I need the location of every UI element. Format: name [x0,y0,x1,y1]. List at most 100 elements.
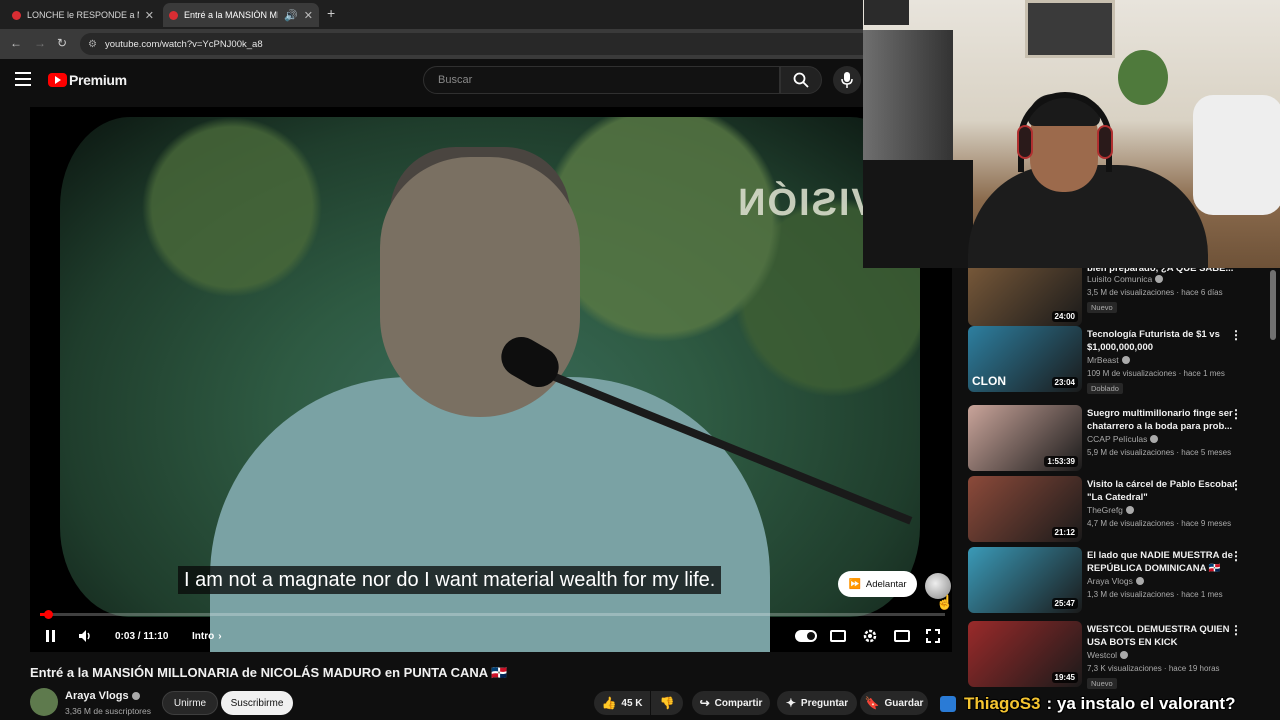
verified-icon [1121,356,1130,364]
recommended-channel[interactable]: TheGrefg [1087,505,1134,515]
search-input[interactable]: Buscar [423,66,780,94]
video-thumbnail[interactable]: 1:53:39 [968,405,1082,471]
video-badge: Doblado [1087,383,1123,394]
site-settings-icon[interactable]: ⚙ [88,39,97,50]
save-button[interactable]: 🔖 Guardar [860,691,928,715]
youtube-favicon-icon [12,10,21,20]
video-badge: Nuevo [1087,302,1117,313]
webcam-window [864,0,909,25]
video-thumbnail[interactable]: 25:47 [968,547,1082,613]
mouse-cursor-icon: ☝ [936,594,954,610]
video-thumbnail[interactable]: 21:12 [968,476,1082,542]
thumbnail-text: CLON [972,374,1006,388]
settings-button[interactable] [862,627,878,645]
recommended-title[interactable]: Suegro multimillonario finge ser chatarr… [1087,407,1237,433]
progress-bar[interactable] [40,610,945,619]
recommended-title[interactable]: WESTCOL DEMUESTRA QUIEN USA BOTS EN KICK [1087,623,1237,649]
recommended-meta: 5,9 M de visualizaciones · hace 5 meses [1087,448,1232,457]
channel-text: MrBeast [1087,355,1119,365]
progress-scrubber[interactable] [44,610,53,619]
close-tab-icon[interactable]: ✕ [145,9,154,22]
video-duration: 24:00 [1051,311,1078,322]
recommended-title[interactable]: Tecnología Futurista de $1 vs $1,000,000… [1087,328,1237,354]
recommended-meta: 109 M de visualizaciones · hace 1 mes [1087,369,1225,378]
captions-button[interactable] [830,627,846,645]
recommended-video[interactable]: 24:00 bien preparado, ¿A QUE SABE... Luisi… [968,268,1268,330]
recommended-video[interactable]: CLON 23:04 Tecnología Futurista de $1 vs $… [968,326,1268,396]
share-button[interactable]: ↪ Compartir [692,691,770,715]
youtube-favicon-icon [169,10,178,20]
dislike-button[interactable]: 👎 [651,691,683,715]
webcam-overlay [863,0,1280,268]
skip-label: Adelantar [865,578,907,590]
video-thumbnail[interactable]: CLON 23:04 [968,326,1082,392]
share-icon: ↪ [699,696,710,710]
subscribe-button[interactable]: Suscribirme [221,691,293,715]
scrollbar[interactable] [1270,270,1276,340]
channel-text: Luisito Comunica [1087,274,1153,284]
recommended-meta: 3,5 M de visualizaciones · hace 6 días [1087,288,1223,297]
like-button[interactable]: 👍 45 K [594,691,650,715]
skip-forward-button[interactable]: ⏩ Adelantar [838,571,917,597]
pause-button[interactable] [46,627,58,645]
video-duration: 1:53:39 [1044,456,1078,467]
recommended-video[interactable]: 19:45 WESTCOL DEMUESTRA QUIEN USA BOTS EN… [968,621,1268,691]
recommended-video[interactable]: 25:47 El lado que NADIE MUESTRA de REPÚBL… [968,547,1268,617]
webcam-grill-base [863,160,973,268]
thumbs-down-icon: 👎 [659,696,675,710]
browser-tab[interactable]: LONCHE le RESPONDE a MRST ✕ [6,3,160,27]
recommended-channel[interactable]: CCAP Películas [1087,434,1159,444]
thumbs-up-icon: 👍 [601,696,617,710]
verified-icon [1120,651,1129,659]
forward-icon[interactable]: → [34,36,46,50]
join-button[interactable]: Unirme [162,691,218,715]
audio-icon[interactable]: 🔊 [284,9,298,22]
video-thumbnail[interactable]: 24:00 [968,268,1082,326]
voice-search-button[interactable] [833,66,861,94]
recommended-channel[interactable]: Araya Vlogs [1087,576,1144,586]
channel-name-text: Araya Vlogs [65,690,129,702]
video-duration: 23:04 [1051,377,1078,388]
channel-text: Araya Vlogs [1087,576,1133,586]
theater-icon [894,630,910,642]
fullscreen-button[interactable] [926,627,940,645]
menu-icon[interactable] [15,72,31,86]
autoplay-toggle[interactable] [795,630,817,642]
chat-message: ThiagoS3 : ya instalo el valorant? [940,693,1235,715]
reload-icon[interactable]: ↻ [57,36,67,50]
back-icon[interactable]: ← [10,36,22,50]
video-thumbnail[interactable]: 19:45 [968,621,1082,687]
video-duration: 25:47 [1051,598,1078,609]
recommended-channel[interactable]: Westcol [1087,650,1129,660]
recommended-channel[interactable]: Luisito Comunica [1087,274,1164,284]
chapter-button[interactable]: Intro › [192,627,222,645]
recommended-meta: 7,3 K visualizaciones · hace 19 horas [1087,664,1220,673]
recommended-title[interactable]: El lado que NADIE MUESTRA de REPÚBLICA D… [1087,549,1237,575]
recommended-title[interactable]: Visito la cárcel de Pablo Escobar "La Ca… [1087,478,1237,504]
channel-name[interactable]: Araya Vlogs [65,690,140,702]
more-options-icon[interactable]: ⋮ [1230,478,1242,492]
volume-button[interactable] [78,627,94,645]
fullscreen-icon [926,629,940,643]
theater-mode-button[interactable] [894,627,910,645]
youtube-logo[interactable]: Premium [48,72,127,88]
close-tab-icon[interactable]: ✕ [304,9,313,22]
url-field[interactable]: ⚙ youtube.com/watch?v=YcPNJ00k_a8 [80,33,863,55]
like-count: 45 K [621,697,643,709]
new-tab-icon[interactable]: + [327,5,335,21]
browser-tab-active[interactable]: Entré a la MANSIÓN MILLO 🔊 ✕ [163,3,319,27]
tab-title: Entré a la MANSIÓN MILLO [184,10,278,20]
url-text: youtube.com/watch?v=YcPNJ00k_a8 [104,38,263,50]
recommended-channel[interactable]: MrBeast [1087,355,1130,365]
channel-avatar[interactable] [30,688,58,716]
ask-button[interactable]: ✦ Preguntar [777,691,857,715]
tab-title: LONCHE le RESPONDE a MRST [27,10,139,20]
more-options-icon[interactable]: ⋮ [1230,407,1242,421]
channel-text: TheGrefg [1087,505,1123,515]
more-options-icon[interactable]: ⋮ [1230,328,1242,342]
more-options-icon[interactable]: ⋮ [1230,549,1242,563]
recommended-video[interactable]: 21:12 Visito la cárcel de Pablo Escobar "… [968,476,1268,546]
search-button[interactable] [780,66,822,94]
recommended-video[interactable]: 1:53:39 Suegro multimillonario finge ser … [968,405,1268,475]
more-options-icon[interactable]: ⋮ [1230,623,1242,637]
